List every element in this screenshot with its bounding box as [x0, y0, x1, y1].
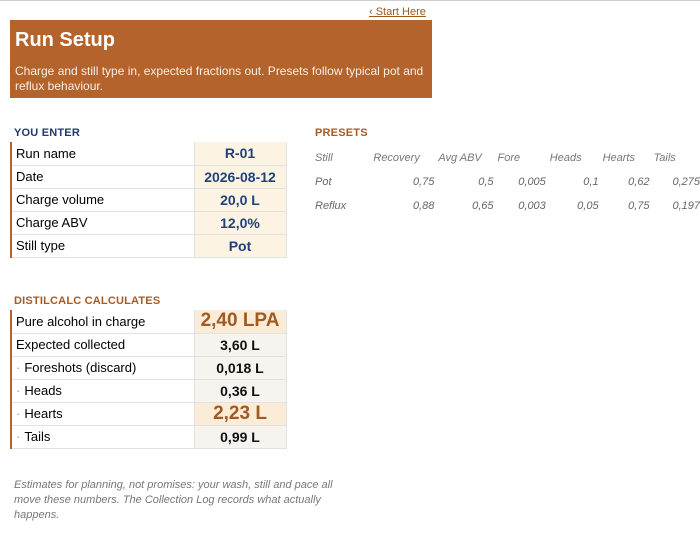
presets-header-cell: Avg ABV: [438, 152, 482, 164]
result-label-text: Hearts: [24, 406, 63, 421]
result-row-heads: · Heads 0,36 L: [10, 379, 287, 403]
presets-cell: 0,275: [672, 176, 700, 188]
presets-header-cell: Tails: [653, 152, 676, 164]
sub-item-marker: ·: [16, 406, 21, 421]
result-label: · Heads: [10, 379, 194, 403]
presets-cell: 0,62: [628, 176, 650, 188]
input-label: Run name: [10, 142, 194, 166]
page-banner: Run Setup Charge and still type in, expe…: [10, 20, 432, 98]
presets-cell: 0,197: [672, 200, 700, 212]
result-row-expected-collected: Expected collected 3,60 L: [10, 333, 287, 357]
result-label-text: Tails: [24, 429, 51, 444]
start-here-link[interactable]: ‹ Start Here: [369, 6, 426, 18]
result-row-foreshots: · Foreshots (discard) 0,018 L: [10, 356, 287, 380]
input-row-charge-volume: Charge volume 20,0 L: [10, 188, 287, 212]
sub-item-marker: ·: [16, 383, 21, 398]
input-label: Still type: [10, 234, 194, 258]
charge-abv-input[interactable]: 12,0%: [193, 211, 287, 235]
result-row-hearts: · Hearts 2,23 L: [10, 402, 287, 426]
presets-cell: 0,75: [628, 200, 650, 212]
presets-header-row: Still Recovery Avg ABV Fore Heads Hearts…: [315, 146, 700, 170]
presets-row-pot: Pot 0,75 0,5 0,005 0,1 0,62 0,275: [315, 170, 700, 194]
result-label: Expected collected: [10, 333, 194, 357]
you-enter-heading: YOU ENTER: [14, 127, 80, 139]
tails-value: 0,99 L: [193, 425, 287, 449]
result-row-tails: · Tails 0,99 L: [10, 425, 287, 449]
charge-volume-input[interactable]: 20,0 L: [193, 188, 287, 212]
result-label-text: Foreshots (discard): [24, 360, 137, 375]
heads-value: 0,36 L: [193, 379, 287, 403]
presets-header-cell: Heads: [549, 152, 582, 164]
run-name-input[interactable]: R-01: [193, 142, 287, 166]
calculates-table: Pure alcohol in charge 2,40 LPA Expected…: [10, 310, 287, 449]
input-label: Date: [10, 165, 194, 189]
sub-item-marker: ·: [16, 360, 21, 375]
presets-header-cell: Hearts: [602, 152, 635, 164]
sub-item-marker: ·: [16, 429, 21, 444]
result-label: Pure alcohol in charge: [10, 310, 194, 334]
presets-cell: Pot: [315, 176, 332, 188]
presets-cell: 0,05: [577, 200, 599, 212]
presets-table: Still Recovery Avg ABV Fore Heads Hearts…: [315, 146, 700, 218]
presets-cell: 0,005: [518, 176, 546, 188]
hearts-value: 2,23 L: [193, 402, 287, 426]
presets-cell: 0,1: [583, 176, 599, 188]
still-type-select[interactable]: Pot: [193, 234, 287, 258]
page-title: Run Setup: [15, 29, 115, 51]
result-label: · Hearts: [10, 402, 194, 426]
result-label: · Foreshots (discard): [10, 356, 194, 380]
presets-cell: Reflux: [315, 200, 347, 212]
calculates-heading: DISTILCALC CALCULATES: [14, 295, 161, 307]
top-divider: [0, 0, 700, 1]
foreshots-value: 0,018 L: [193, 356, 287, 380]
result-label-text: Heads: [24, 383, 62, 398]
page-subtitle: Charge and still type in, expected fract…: [15, 64, 424, 93]
presets-cell: 0,75: [412, 176, 435, 188]
input-row-still-type: Still type Pot: [10, 234, 287, 258]
presets-cell: 0,65: [472, 200, 494, 212]
input-label: Charge volume: [10, 188, 194, 212]
result-label: · Tails: [10, 425, 194, 449]
input-row-run-name: Run name R-01: [10, 142, 287, 166]
presets-row-reflux: Reflux 0,88 0,65 0,003 0,05 0,75 0,197: [315, 194, 700, 218]
presets-cell: 0,003: [518, 200, 546, 212]
presets-heading: PRESETS: [315, 127, 368, 139]
presets-header-cell: Fore: [497, 152, 521, 164]
presets-cell: 0,5: [478, 176, 494, 188]
input-row-date: Date 2026-08-12: [10, 165, 287, 189]
pure-alcohol-value: 2,40 LPA: [193, 310, 287, 334]
footer-note: Estimates for planning, not promises: yo…: [14, 479, 333, 521]
date-input[interactable]: 2026-08-12: [193, 165, 287, 189]
presets-header-cell: Still: [315, 152, 333, 164]
result-row-pure-alcohol: Pure alcohol in charge 2,40 LPA: [10, 310, 287, 334]
input-label: Charge ABV: [10, 211, 194, 235]
you-enter-table: Run name R-01 Date 2026-08-12 Charge vol…: [10, 142, 287, 258]
input-row-charge-abv: Charge ABV 12,0%: [10, 211, 287, 235]
expected-collected-value: 3,60 L: [193, 333, 287, 357]
presets-header-cell: Recovery: [373, 152, 420, 164]
presets-cell: 0,88: [412, 200, 435, 212]
